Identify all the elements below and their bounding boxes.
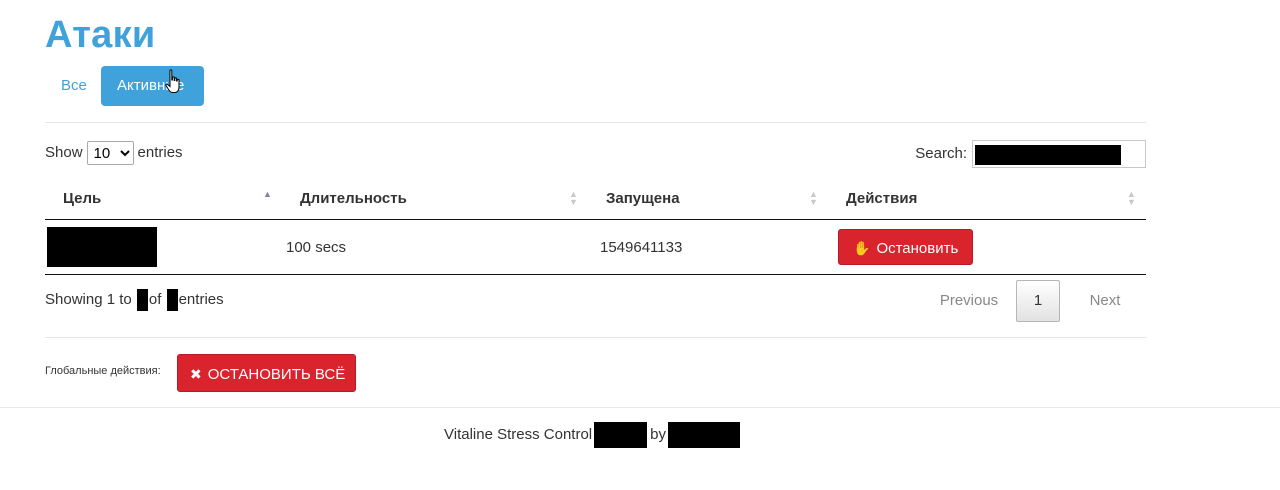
column-header-label: Запущена bbox=[606, 190, 680, 207]
footer: Vitaline Stress Control by bbox=[444, 422, 740, 449]
footer-text: Vitaline Stress Control bbox=[444, 426, 593, 443]
pagination-previous[interactable]: Previous bbox=[926, 280, 1012, 322]
stop-all-label: ОСТАНОВИТЬ ВСЁ bbox=[207, 366, 346, 383]
redacted-block bbox=[47, 227, 157, 267]
footer-by-label: by bbox=[650, 426, 666, 443]
entries-per-page-select[interactable]: 10 bbox=[86, 141, 134, 166]
entries-label: entries bbox=[137, 144, 183, 161]
redacted-block bbox=[166, 289, 178, 312]
stop-attack-label: Остановить bbox=[876, 240, 959, 257]
stop-all-button[interactable]: ✖ ОСТАНОВИТЬ ВСЁ bbox=[177, 354, 356, 392]
hand-cursor-icon bbox=[165, 69, 180, 93]
search-input[interactable] bbox=[972, 140, 1146, 169]
pagination-next[interactable]: Next bbox=[1064, 280, 1146, 322]
tab-all[interactable]: Все bbox=[45, 66, 103, 106]
redacted-block bbox=[975, 145, 1121, 166]
column-header-actions[interactable]: Действия ▲ ▼ bbox=[828, 178, 1146, 220]
entries-length-control: Show 10 entries bbox=[45, 140, 183, 166]
redacted-block bbox=[667, 422, 740, 449]
column-header-label: Действия bbox=[846, 190, 918, 207]
table-info: Showing 1 to of entries bbox=[45, 289, 224, 312]
table-row: 100 secs 1549641133 ✋ Остановить bbox=[45, 219, 1146, 275]
cell-target bbox=[45, 219, 282, 275]
page-title: Атаки bbox=[45, 14, 156, 56]
redacted-block bbox=[594, 422, 648, 449]
column-header-label: Длительность bbox=[300, 190, 407, 207]
tab-active[interactable]: Активные bbox=[101, 66, 204, 106]
cell-duration: 100 secs bbox=[282, 219, 588, 275]
pagination-page-1[interactable]: 1 bbox=[1016, 280, 1060, 322]
sort-both-icon: ▲ ▼ bbox=[569, 189, 578, 207]
cell-actions: ✋ Остановить bbox=[828, 219, 1146, 275]
cell-started: 1549641133 bbox=[588, 219, 828, 275]
sort-both-icon: ▲ ▼ bbox=[809, 189, 818, 207]
global-actions-label: Глобальные действия: bbox=[45, 365, 161, 377]
show-label: Show bbox=[45, 144, 83, 161]
table-header-row: Цель ▲▼ Длительность ▲▼ Запущена ▲▼ Действи… bbox=[45, 178, 1146, 220]
showing-prefix: Showing 1 to bbox=[45, 291, 132, 308]
info-entries-label: entries bbox=[178, 291, 224, 308]
attacks-table: Цель ▲▼ Длительность ▲▼ Запущена ▲▼ Действи… bbox=[45, 178, 1146, 275]
pin-off-icon: ✖ bbox=[190, 366, 202, 382]
of-label: of bbox=[148, 291, 162, 308]
sort-asc-icon: ▲▼ bbox=[263, 189, 272, 199]
column-header-started[interactable]: Запущена ▲ ▼ bbox=[588, 178, 828, 220]
column-header-target[interactable]: Цель ▲▼ bbox=[45, 178, 282, 220]
stop-attack-button[interactable]: ✋ Остановить bbox=[838, 229, 974, 265]
pagination: Previous 1 Next bbox=[926, 280, 1146, 322]
divider bbox=[45, 122, 1146, 123]
redacted-block bbox=[136, 289, 148, 312]
footer-divider bbox=[0, 407, 1280, 408]
column-header-duration[interactable]: Длительность ▲ ▼ bbox=[282, 178, 588, 220]
divider bbox=[45, 337, 1146, 338]
sort-both-icon: ▲ ▼ bbox=[1127, 189, 1136, 207]
column-header-label: Цель bbox=[63, 190, 102, 207]
search-control: Search: bbox=[915, 139, 1146, 169]
search-label: Search: bbox=[915, 145, 967, 163]
hand-stop-icon: ✋ bbox=[853, 240, 871, 256]
